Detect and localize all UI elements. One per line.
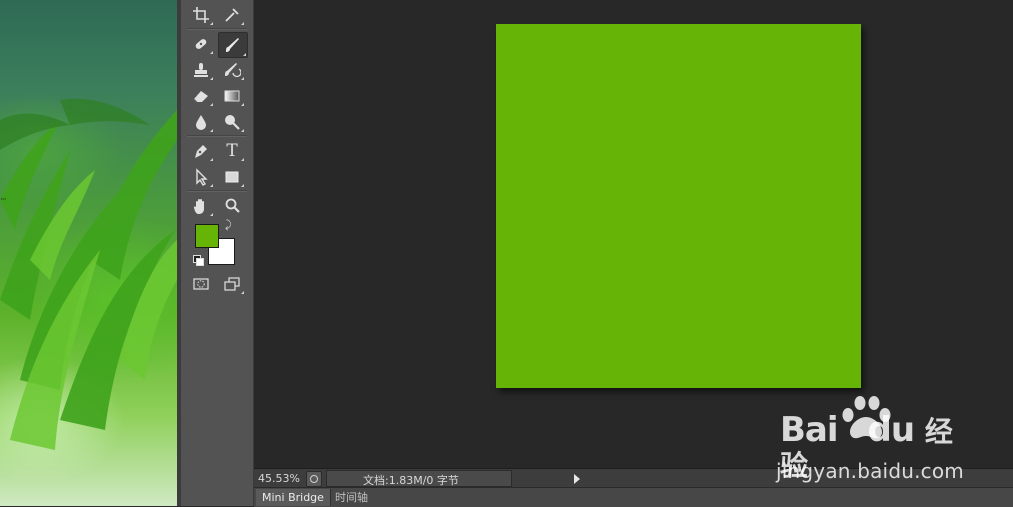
hand-tool[interactable] [188, 195, 214, 217]
bottom-panel-tabs: Mini Bridge 时间轴 [254, 487, 1013, 507]
screen-mode-icon [224, 277, 240, 291]
zoom-icon [225, 198, 240, 213]
blur-icon [196, 115, 206, 130]
document-canvas[interactable] [496, 24, 861, 388]
brush-icon [226, 38, 239, 52]
pen-tool[interactable] [188, 140, 214, 162]
dodge-icon [225, 115, 240, 130]
quick-mask-tool[interactable] [188, 273, 214, 295]
pen-icon [195, 145, 207, 158]
quick-mask-icon [193, 278, 209, 290]
zoom-tool[interactable] [219, 195, 245, 217]
doc-info-field[interactable]: 文档:1.83M/0 字节 [326, 470, 580, 487]
crop-icon [193, 7, 209, 23]
desktop-marker: ··· [0, 195, 7, 205]
history-brush-tool[interactable] [219, 59, 245, 81]
brush-tool[interactable] [218, 32, 248, 58]
blur-tool[interactable] [188, 111, 214, 133]
clone-stamp-tool[interactable] [188, 59, 214, 81]
dodge-tool[interactable] [219, 111, 245, 133]
type-icon: T [226, 140, 238, 161]
clone-stamp-icon [194, 63, 208, 77]
path-selection-tool[interactable] [188, 166, 214, 188]
swap-colors-icon[interactable]: ⤸ [225, 219, 232, 230]
eraser-icon [193, 91, 208, 103]
screen-mode-tool[interactable] [219, 273, 245, 295]
spot-healing-icon [195, 39, 207, 49]
crop-tool[interactable] [188, 4, 214, 26]
eraser-tool[interactable] [188, 85, 214, 107]
rectangle-tool[interactable] [219, 166, 245, 188]
desktop-wallpaper: ··· [0, 0, 177, 506]
tool-separator [187, 190, 247, 192]
hand-icon [193, 199, 204, 214]
status-bar: 45.53% 文档:1.83M/0 字节 [254, 468, 1013, 488]
history-brush-icon [225, 63, 241, 78]
eyedropper-icon [225, 8, 239, 22]
spot-healing-tool[interactable] [188, 33, 214, 55]
gradient-tool[interactable] [219, 85, 245, 107]
path-selection-icon [196, 168, 208, 186]
tool-separator [187, 28, 247, 30]
grass-image [0, 98, 177, 450]
zoom-level[interactable]: 45.53% [258, 472, 300, 485]
type-tool[interactable]: T [219, 140, 245, 162]
foreground-color-swatch[interactable] [195, 224, 219, 248]
rectangle-icon [225, 171, 239, 183]
tab-timeline[interactable]: 时间轴 [329, 489, 374, 506]
tool-separator [187, 135, 247, 137]
tab-mini-bridge[interactable]: Mini Bridge [256, 489, 331, 506]
default-colors-icon[interactable] [193, 255, 204, 266]
doc-info-text: 文档:1.83M/0 字节 [363, 474, 459, 487]
eyedropper-tool[interactable] [219, 4, 245, 26]
status-menu-arrow-icon[interactable] [574, 474, 580, 484]
gradient-icon [224, 90, 240, 102]
status-options-icon[interactable] [306, 471, 322, 487]
